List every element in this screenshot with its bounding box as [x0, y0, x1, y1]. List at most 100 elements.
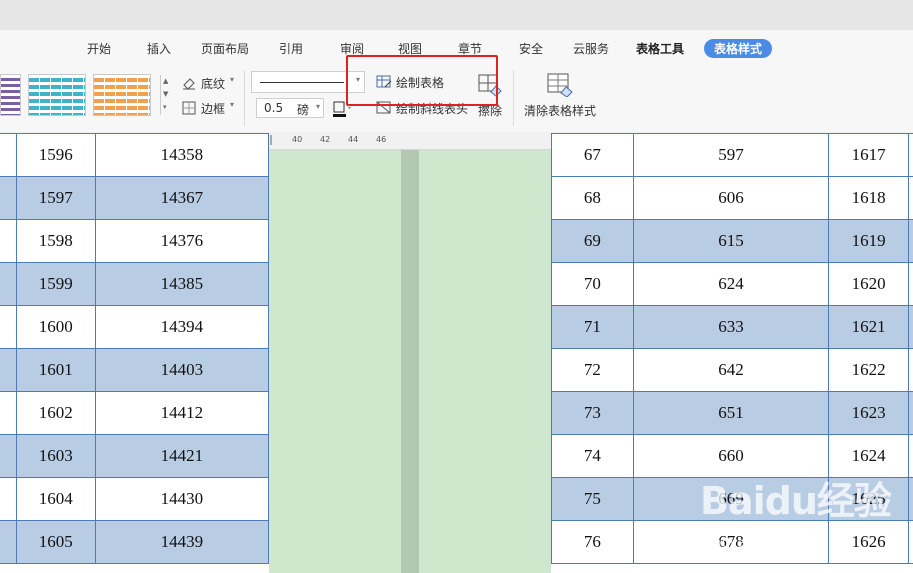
table-cell[interactable]: 69 — [551, 219, 634, 263]
table-cell[interactable]: 14394 — [94, 305, 270, 349]
tab-home[interactable]: 开始 — [87, 40, 111, 57]
table-row: 1599 14385 — [0, 262, 270, 306]
table-cell[interactable]: 70 — [551, 262, 634, 306]
table-cell[interactable]: 1623 — [828, 391, 909, 435]
table-cell[interactable]: 1620 — [828, 262, 909, 306]
tab-table-tools[interactable]: 表格工具 — [636, 40, 684, 57]
separator — [513, 70, 514, 126]
style-gallery-scroll[interactable]: ▲ ▼ ▾ — [160, 75, 173, 115]
table-cell[interactable] — [907, 434, 913, 478]
table-cell[interactable]: 1618 — [828, 176, 909, 220]
tab-section[interactable]: 章节 — [458, 40, 482, 57]
table-cell[interactable]: 14403 — [94, 348, 270, 392]
table-cell[interactable]: 71 — [551, 305, 634, 349]
tab-table-style[interactable]: 表格样式 — [704, 39, 773, 58]
table-cell[interactable]: 1597 — [15, 176, 96, 220]
table-cell[interactable]: 1604 — [15, 477, 96, 521]
table-cell[interactable] — [907, 305, 913, 349]
line-style-select[interactable]: ▾ — [251, 71, 365, 93]
shading-dropdown-icon[interactable]: ▾ — [230, 75, 234, 84]
table-cell[interactable]: 1622 — [828, 348, 909, 392]
erase-button[interactable]: 擦除 — [478, 102, 502, 119]
table-style-orange[interactable] — [93, 74, 151, 116]
table-cell[interactable] — [907, 520, 913, 564]
table-cell[interactable]: 14439 — [94, 520, 270, 564]
border-button[interactable]: 边框 — [201, 100, 225, 117]
table-cell[interactable]: 1605 — [15, 520, 96, 564]
table-cell[interactable]: 633 — [632, 305, 830, 349]
table-row: 73 651 1623 — [551, 391, 913, 435]
table-cell[interactable]: 14367 — [94, 176, 270, 220]
table-cell[interactable] — [907, 176, 913, 220]
table-cell[interactable]: 67 — [551, 133, 634, 177]
table-cell[interactable]: 14421 — [94, 434, 270, 478]
table-cell[interactable]: 1626 — [828, 520, 909, 564]
ruler-tick: 42 — [320, 135, 331, 144]
tab-cloud[interactable]: 云服务 — [573, 40, 609, 57]
border-dropdown-icon[interactable]: ▾ — [230, 100, 234, 109]
table-cell[interactable]: 642 — [632, 348, 830, 392]
table-cell[interactable]: 624 — [632, 262, 830, 306]
table-style-purple[interactable] — [0, 74, 21, 116]
shading-button[interactable]: 底纹 — [201, 75, 225, 92]
table-cell[interactable] — [0, 391, 17, 435]
ruler-tick: 46 — [376, 135, 387, 144]
table-cell[interactable]: 597 — [632, 133, 830, 177]
tab-view[interactable]: 视图 — [398, 40, 422, 57]
table-cell[interactable] — [0, 133, 17, 177]
draw-diagonal-header-button[interactable]: 绘制斜线表头 — [396, 100, 468, 117]
table-cell[interactable]: 1599 — [15, 262, 96, 306]
table-cell[interactable]: 14430 — [94, 477, 270, 521]
table-cell[interactable]: 1603 — [15, 434, 96, 478]
table-cell[interactable]: 73 — [551, 391, 634, 435]
table-cell[interactable]: 1598 — [15, 219, 96, 263]
table-cell[interactable]: 1602 — [15, 391, 96, 435]
table-cell[interactable] — [907, 391, 913, 435]
table-cell[interactable]: 75 — [551, 477, 634, 521]
table-cell[interactable]: 651 — [632, 391, 830, 435]
table-cell[interactable]: 14358 — [94, 133, 270, 177]
table-cell[interactable] — [0, 262, 17, 306]
table-cell[interactable]: 606 — [632, 176, 830, 220]
table-cell[interactable] — [907, 262, 913, 306]
tab-insert[interactable]: 插入 — [147, 40, 171, 57]
table-row: 72 642 1622 — [551, 348, 913, 392]
table-cell[interactable] — [0, 305, 17, 349]
table-cell[interactable] — [907, 477, 913, 521]
table-cell[interactable]: 1617 — [828, 133, 909, 177]
table-cell[interactable] — [907, 133, 913, 177]
table-cell[interactable]: 14412 — [94, 391, 270, 435]
table-row: 1600 14394 — [0, 305, 270, 349]
table-cell[interactable]: 72 — [551, 348, 634, 392]
table-cell[interactable]: 76 — [551, 520, 634, 564]
table-cell[interactable]: 1596 — [15, 133, 96, 177]
table-cell[interactable]: 1621 — [828, 305, 909, 349]
table-cell[interactable] — [0, 434, 17, 478]
border-icon — [182, 100, 196, 115]
draw-table-button[interactable]: 绘制表格 — [396, 74, 444, 91]
table-cell[interactable]: 68 — [551, 176, 634, 220]
table-cell[interactable]: 1600 — [15, 305, 96, 349]
table-cell[interactable]: 1601 — [15, 348, 96, 392]
table-cell[interactable]: 74 — [551, 434, 634, 478]
tab-references[interactable]: 引用 — [279, 40, 303, 57]
tab-page-layout[interactable]: 页面布局 — [201, 40, 249, 57]
ruler-tick: 44 — [348, 135, 359, 144]
table-cell[interactable]: 1619 — [828, 219, 909, 263]
table-cell[interactable]: 615 — [632, 219, 830, 263]
table-cell[interactable] — [0, 348, 17, 392]
line-width-select[interactable]: 0.5 磅 ▾ — [256, 98, 324, 118]
border-color-icon[interactable] — [333, 101, 353, 117]
table-cell[interactable] — [0, 176, 17, 220]
clear-table-style-button[interactable]: 清除表格样式 — [524, 102, 596, 119]
table-cell[interactable] — [0, 477, 17, 521]
table-cell[interactable] — [0, 219, 17, 263]
tab-security[interactable]: 安全 — [519, 40, 543, 57]
table-cell[interactable]: 14376 — [94, 219, 270, 263]
table-cell[interactable] — [907, 219, 913, 263]
table-cell[interactable]: 14385 — [94, 262, 270, 306]
table-cell[interactable] — [0, 520, 17, 564]
table-style-teal[interactable] — [28, 74, 86, 116]
table-cell[interactable] — [907, 348, 913, 392]
tab-review[interactable]: 审阅 — [340, 40, 364, 57]
